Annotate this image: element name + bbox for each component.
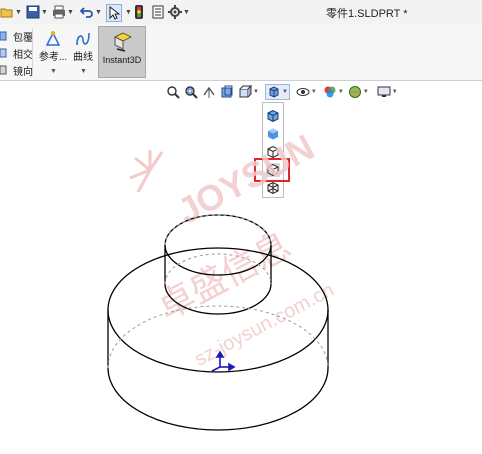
- part-model[interactable]: [107, 214, 329, 431]
- hidden-edges: [107, 214, 329, 369]
- origin-triad: [211, 350, 236, 372]
- base-bottom-edge: [107, 367, 329, 431]
- base-top-edge: [107, 247, 329, 373]
- graphics-area[interactable]: [0, 0, 482, 454]
